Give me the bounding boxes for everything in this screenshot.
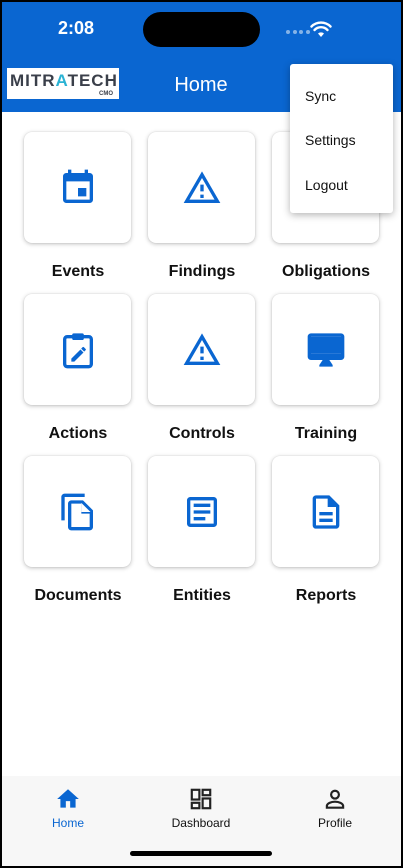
copy-file-icon xyxy=(60,493,93,530)
tile-label-training: Training xyxy=(294,425,358,442)
tile-reports[interactable] xyxy=(272,456,379,567)
warning-icon xyxy=(183,332,220,365)
menu-item-settings[interactable]: Settings xyxy=(305,132,356,148)
menu-item-sync[interactable]: Sync xyxy=(305,88,336,104)
mitratech-logo: MITRATECH CMO xyxy=(7,68,119,99)
tile-label-actions: Actions xyxy=(48,425,108,442)
cellular-signal-icon xyxy=(286,30,310,35)
tile-label-obligations: Obligations xyxy=(282,263,370,280)
tile-label-findings: Findings xyxy=(168,263,236,280)
tile-label-controls: Controls xyxy=(169,425,235,442)
status-time: 2:08 xyxy=(57,18,95,38)
nav-profile[interactable]: Profile xyxy=(290,786,380,830)
tile-label-events: Events xyxy=(51,263,105,280)
nav-dashboard-label: Dashboard xyxy=(171,816,231,830)
person-icon xyxy=(325,789,345,809)
document-icon xyxy=(312,494,339,529)
tile-label-reports: Reports xyxy=(295,587,357,604)
nav-home-label: Home xyxy=(51,816,84,830)
menu-item-logout[interactable]: Logout xyxy=(305,177,348,193)
nav-home[interactable]: Home xyxy=(23,786,113,830)
home-icon xyxy=(57,789,79,808)
tile-label-documents: Documents xyxy=(34,587,122,604)
tile-actions[interactable] xyxy=(24,294,131,405)
overflow-menu: Sync Settings Logout xyxy=(290,64,393,213)
clipboard-edit-icon xyxy=(62,332,93,368)
tile-documents[interactable] xyxy=(24,456,131,567)
monitor-icon xyxy=(307,332,344,367)
tile-entities[interactable] xyxy=(148,456,255,567)
nav-profile-label: Profile xyxy=(317,816,352,830)
dashboard-icon xyxy=(190,788,212,810)
tile-controls[interactable] xyxy=(148,294,255,405)
app-screen: 2:08 MITRATECH CMO Home Events Findings … xyxy=(2,2,401,866)
calendar-icon xyxy=(62,169,93,203)
tile-findings[interactable] xyxy=(148,132,255,243)
wifi-icon xyxy=(310,21,332,37)
warning-icon xyxy=(183,170,220,203)
nav-dashboard[interactable]: Dashboard xyxy=(156,786,246,830)
tile-label-entities: Entities xyxy=(173,587,231,604)
article-icon xyxy=(186,496,217,527)
tile-events[interactable] xyxy=(24,132,131,243)
dynamic-island xyxy=(143,12,260,47)
home-indicator xyxy=(130,851,272,856)
page-title: Home xyxy=(174,74,228,96)
tile-training[interactable] xyxy=(272,294,379,405)
